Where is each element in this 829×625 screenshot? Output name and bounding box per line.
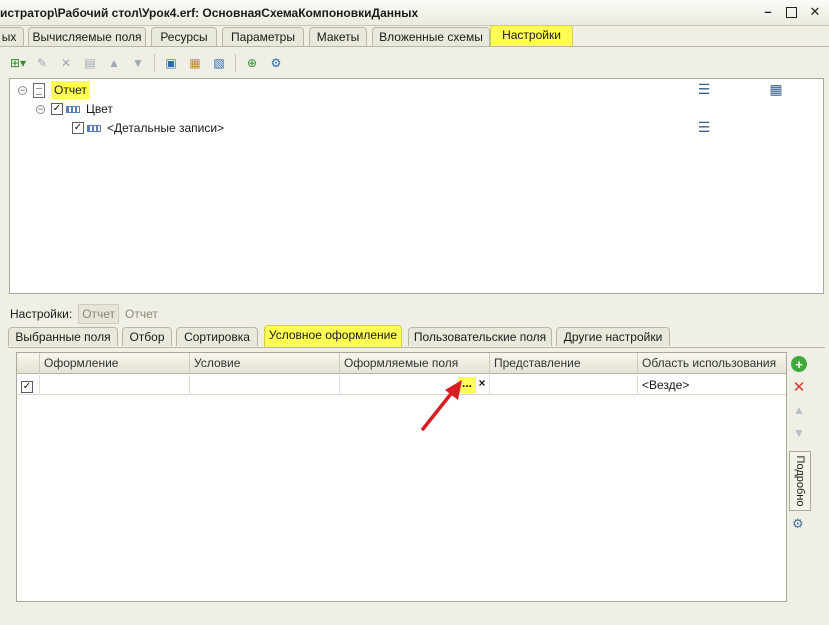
table-settings-icon[interactable]: ☰ xyxy=(696,81,712,97)
grouping-icon xyxy=(87,124,101,132)
tab-fields[interactable]: ых xyxy=(0,27,24,46)
table-header: Оформление Условие Оформляемые поля Пред… xyxy=(17,353,786,374)
group-checkbox[interactable]: ✓ xyxy=(51,103,63,115)
toolbar-separator xyxy=(154,54,155,72)
tree-label-report: Отчет xyxy=(51,81,90,99)
tab-settings[interactable]: Настройки xyxy=(490,25,573,47)
add-field-icon[interactable]: ⊕ xyxy=(242,53,262,73)
tree-row-details[interactable]: ✓ <Детальные записи> xyxy=(72,119,224,137)
details-label: Подробно xyxy=(794,455,806,507)
tab-user-fields[interactable]: Пользовательские поля xyxy=(408,327,552,346)
delete-icon[interactable]: ✕ xyxy=(56,53,76,73)
grouping-icon xyxy=(66,105,80,113)
annotation-arrow xyxy=(421,380,462,431)
table-row[interactable]: ✓ ... × <Везде> xyxy=(17,375,786,395)
column-header[interactable]: Условие xyxy=(189,353,339,374)
table-side-buttons: + ✕ ▲ ▼ xyxy=(791,356,809,448)
report-icon xyxy=(33,82,45,98)
formatting-cell[interactable] xyxy=(39,375,189,395)
tab-calculated-fields[interactable]: Вычисляемые поля xyxy=(28,27,146,46)
row-checkbox[interactable]: ✓ xyxy=(21,381,33,393)
schema-tabs: ых Вычисляемые поля Ресурсы Параметры Ма… xyxy=(0,25,829,47)
row-check-cell[interactable]: ✓ xyxy=(17,375,39,395)
move-up-icon[interactable]: ▲ xyxy=(104,53,124,73)
settings-label: Настройки: xyxy=(10,307,73,321)
tab-filter[interactable]: Отбор xyxy=(122,327,172,346)
maximize-button[interactable] xyxy=(786,7,797,18)
report-options-icon[interactable]: ▦ xyxy=(768,81,784,97)
tab-templates[interactable]: Макеты xyxy=(309,27,367,46)
move-down-icon[interactable]: ▼ xyxy=(791,425,807,441)
conditional-appearance-table: Оформление Условие Оформляемые поля Пред… xyxy=(16,352,787,602)
move-down-icon[interactable]: ▼ xyxy=(128,53,148,73)
tab-nested-schemas[interactable]: Вложенные схемы xyxy=(372,27,490,46)
tree-row-color[interactable]: − ✓ Цвет xyxy=(36,100,113,118)
window-title: истратор\Рабочий стол\Урок4.erf: Основна… xyxy=(0,6,419,20)
settings-toolbar: ⊞▾ ✎ ✕ ▤ ▲ ▼ ▣ ▦ ▧ ⊕ ⚙ xyxy=(8,52,290,74)
table-settings-icon[interactable]: ☰ xyxy=(696,119,712,135)
tab-resources[interactable]: Ресурсы xyxy=(151,27,217,46)
tab-order[interactable]: Сортировка xyxy=(176,327,258,346)
details-button[interactable]: Подробно xyxy=(789,451,811,511)
column-header[interactable]: Оформляемые поля xyxy=(339,353,489,374)
condition-cell[interactable] xyxy=(189,375,339,395)
tab-divider xyxy=(0,46,829,47)
tab-selected-fields[interactable]: Выбранные поля xyxy=(8,327,118,346)
structure-tree: − Отчет − ✓ Цвет ✓ <Детальные записи> ☰ … xyxy=(9,78,824,294)
settings-bar: Настройки: Отчет Отчет xyxy=(10,303,158,325)
edit-icon[interactable]: ✎ xyxy=(32,53,52,73)
clear-field-button[interactable]: × xyxy=(476,377,488,393)
find-icon[interactable]: ▣ xyxy=(161,53,181,73)
column-header[interactable]: Область использования xyxy=(637,353,786,374)
add-icon[interactable]: + xyxy=(791,356,807,372)
tree-label-color: Цвет xyxy=(86,102,113,116)
collapse-icon[interactable]: − xyxy=(36,104,45,114)
delete-icon[interactable]: ✕ xyxy=(791,379,807,396)
column-check-header xyxy=(17,353,39,374)
presentation-cell[interactable] xyxy=(489,375,637,395)
collapse-icon[interactable]: − xyxy=(18,85,27,95)
close-button[interactable]: ✕ xyxy=(807,4,823,20)
group-icon[interactable]: ▦ xyxy=(185,53,205,73)
window-controls: – ✕ xyxy=(760,4,823,20)
column-header[interactable]: Представление xyxy=(489,353,637,374)
title-bar: истратор\Рабочий стол\Урок4.erf: Основна… xyxy=(0,0,829,26)
tab-divider xyxy=(8,347,825,348)
tab-other-settings[interactable]: Другие настройки xyxy=(556,327,670,346)
tree-row-report[interactable]: − Отчет xyxy=(18,81,90,99)
add-settings-icon[interactable]: ⚙ xyxy=(792,516,808,532)
toolbar-separator xyxy=(235,54,236,72)
minimize-button[interactable]: – xyxy=(760,4,776,20)
add-grouping-icon[interactable]: ⊞▾ xyxy=(8,53,28,73)
settings-current-value: Отчет xyxy=(125,307,158,321)
ungroup-icon[interactable]: ▧ xyxy=(209,53,229,73)
settings-report-button[interactable]: Отчет xyxy=(78,304,120,324)
tree-label-details: <Детальные записи> xyxy=(107,121,225,135)
tab-conditional-appearance[interactable]: Условное оформление xyxy=(264,325,402,347)
tab-parameters[interactable]: Параметры xyxy=(222,27,304,46)
settings-tabs: Выбранные поля Отбор Сортировка Условное… xyxy=(0,325,829,347)
details-checkbox[interactable]: ✓ xyxy=(72,122,84,134)
move-up-icon[interactable]: ▲ xyxy=(791,402,807,418)
usage-area-cell[interactable]: <Везде> xyxy=(637,375,786,395)
column-header[interactable]: Оформление xyxy=(39,353,189,374)
settings-icon[interactable]: ⚙ xyxy=(266,53,286,73)
properties-icon[interactable]: ▤ xyxy=(80,53,100,73)
